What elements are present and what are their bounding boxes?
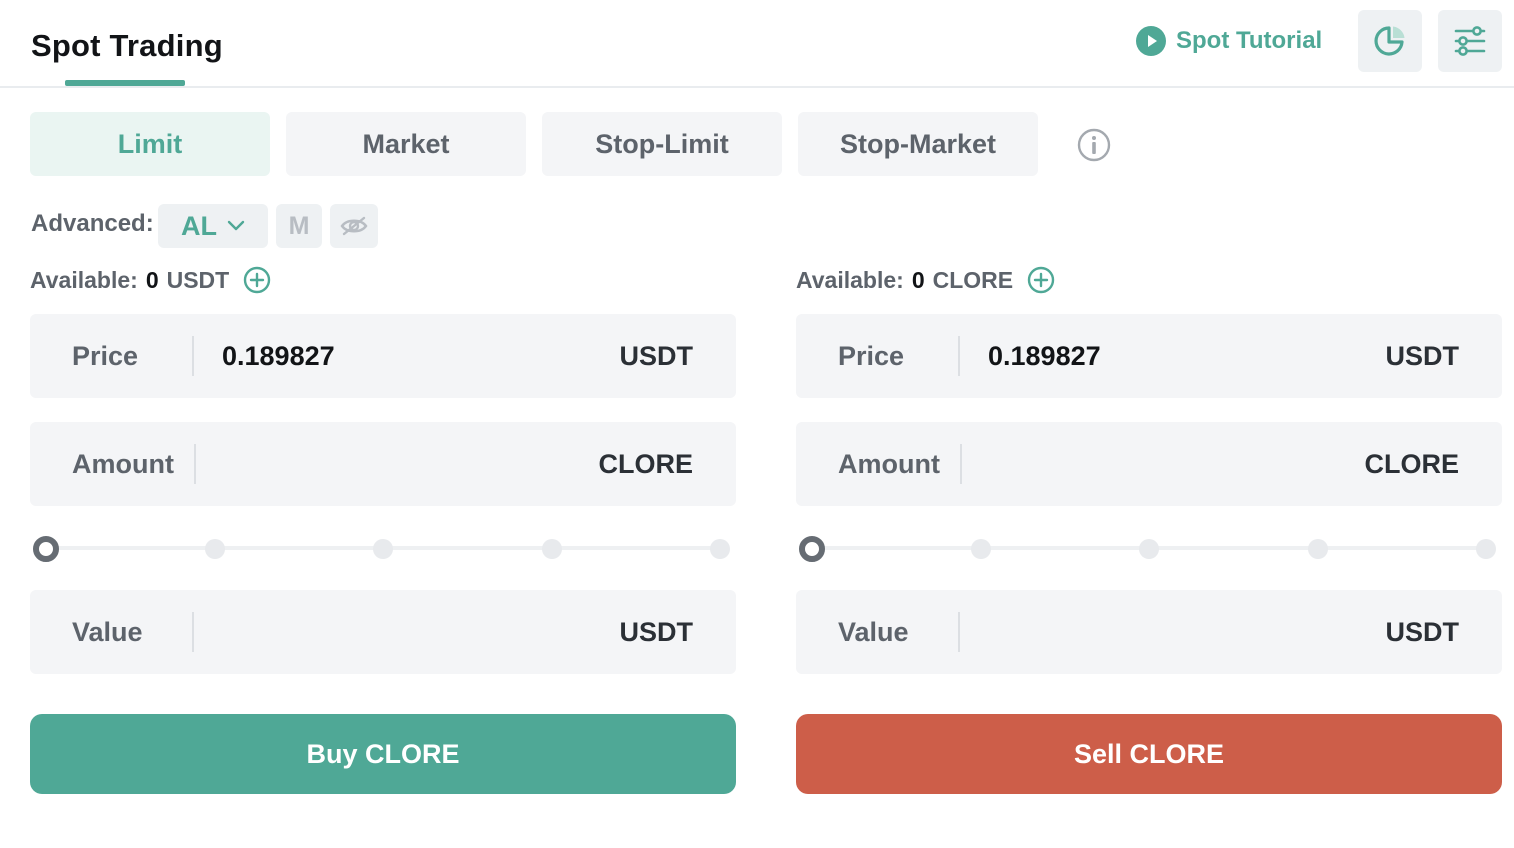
buy-price-unit: USDT bbox=[619, 340, 694, 371]
eye-hidden-icon bbox=[340, 216, 368, 236]
slider-step-25[interactable] bbox=[205, 539, 225, 559]
buy-value-unit: USDT bbox=[619, 616, 694, 647]
divider bbox=[192, 612, 194, 652]
buy-price-field[interactable]: Price 0.189827 USDT bbox=[30, 314, 736, 398]
sell-amount-slider[interactable] bbox=[796, 534, 1502, 562]
slider-handle[interactable] bbox=[799, 536, 825, 562]
add-funds-icon[interactable] bbox=[1027, 266, 1055, 294]
sell-price-label: Price bbox=[838, 340, 905, 371]
sell-amount-label: Amount bbox=[838, 448, 940, 479]
buy-available: Available: 0 USDT bbox=[30, 266, 271, 294]
buy-available-currency: USDT bbox=[166, 266, 230, 293]
spot-tutorial-label: Spot Tutorial bbox=[1176, 27, 1323, 54]
info-icon[interactable] bbox=[1077, 128, 1111, 162]
tab-market[interactable]: Market bbox=[286, 112, 526, 176]
divider bbox=[960, 444, 962, 484]
slider-step-100[interactable] bbox=[710, 539, 730, 559]
buy-available-label: Available: bbox=[30, 266, 138, 293]
slider-step-100[interactable] bbox=[1476, 539, 1496, 559]
sell-value-field[interactable]: Value USDT bbox=[796, 590, 1502, 674]
divider bbox=[958, 612, 960, 652]
slider-handle[interactable] bbox=[33, 536, 59, 562]
buy-available-amount: 0 bbox=[145, 266, 159, 293]
buy-amount-field[interactable]: Amount CLORE bbox=[30, 422, 736, 506]
advanced-selected-value: AL bbox=[181, 210, 217, 241]
sell-price-unit: USDT bbox=[1385, 340, 1460, 371]
buy-price-input[interactable]: 0.189827 bbox=[222, 314, 335, 398]
advanced-m-toggle[interactable]: M bbox=[276, 204, 322, 248]
buy-amount-label: Amount bbox=[72, 448, 174, 479]
buy-value-label: Value bbox=[72, 616, 143, 647]
chevron-down-icon bbox=[227, 220, 245, 231]
buy-price-label: Price bbox=[72, 340, 139, 371]
sell-price-input[interactable]: 0.189827 bbox=[988, 314, 1101, 398]
advanced-label: Advanced: bbox=[31, 210, 154, 237]
buy-amount-slider[interactable] bbox=[30, 534, 736, 562]
tab-stop-limit[interactable]: Stop-Limit bbox=[542, 112, 782, 176]
hide-toggle-button[interactable] bbox=[330, 204, 378, 248]
sell-available: Available: 0 CLORE bbox=[796, 266, 1055, 294]
tab-limit[interactable]: Limit bbox=[30, 112, 270, 176]
sell-price-field[interactable]: Price 0.189827 USDT bbox=[796, 314, 1502, 398]
sell-amount-unit: CLORE bbox=[1364, 448, 1460, 479]
page-title[interactable]: Spot Trading bbox=[31, 28, 223, 64]
sell-available-label: Available: bbox=[796, 266, 904, 293]
buy-button[interactable]: Buy CLORE bbox=[30, 714, 736, 794]
spot-tutorial-link[interactable]: Spot Tutorial bbox=[1136, 26, 1322, 56]
sell-value-label: Value bbox=[838, 616, 909, 647]
sell-amount-field[interactable]: Amount CLORE bbox=[796, 422, 1502, 506]
divider bbox=[192, 336, 194, 376]
slider-step-75[interactable] bbox=[1308, 539, 1328, 559]
add-funds-icon[interactable] bbox=[243, 266, 271, 294]
divider bbox=[194, 444, 196, 484]
sell-available-amount: 0 bbox=[911, 266, 925, 293]
sell-button[interactable]: Sell CLORE bbox=[796, 714, 1502, 794]
slider-step-25[interactable] bbox=[971, 539, 991, 559]
buy-amount-unit: CLORE bbox=[598, 448, 694, 479]
play-icon bbox=[1136, 26, 1166, 56]
pie-chart-button[interactable] bbox=[1358, 10, 1422, 72]
pie-chart-icon bbox=[1374, 26, 1405, 56]
tab-stop-market[interactable]: Stop-Market bbox=[798, 112, 1038, 176]
advanced-al-dropdown[interactable]: AL bbox=[158, 204, 268, 248]
slider-step-75[interactable] bbox=[542, 539, 562, 559]
sell-panel: Available: 0 CLORE Price 0.189827 USDT A… bbox=[796, 262, 1502, 802]
sliders-icon bbox=[1454, 26, 1486, 56]
buy-value-field[interactable]: Value USDT bbox=[30, 590, 736, 674]
active-tab-indicator bbox=[65, 80, 185, 86]
slider-step-50[interactable] bbox=[373, 539, 393, 559]
divider bbox=[958, 336, 960, 376]
sell-available-currency: CLORE bbox=[932, 266, 1014, 293]
header: Spot Trading Spot Tutorial bbox=[0, 0, 1514, 88]
slider-step-50[interactable] bbox=[1139, 539, 1159, 559]
settings-button[interactable] bbox=[1438, 10, 1502, 72]
buy-panel: Available: 0 USDT Price 0.189827 USDT Am… bbox=[30, 262, 736, 802]
sell-value-unit: USDT bbox=[1385, 616, 1460, 647]
